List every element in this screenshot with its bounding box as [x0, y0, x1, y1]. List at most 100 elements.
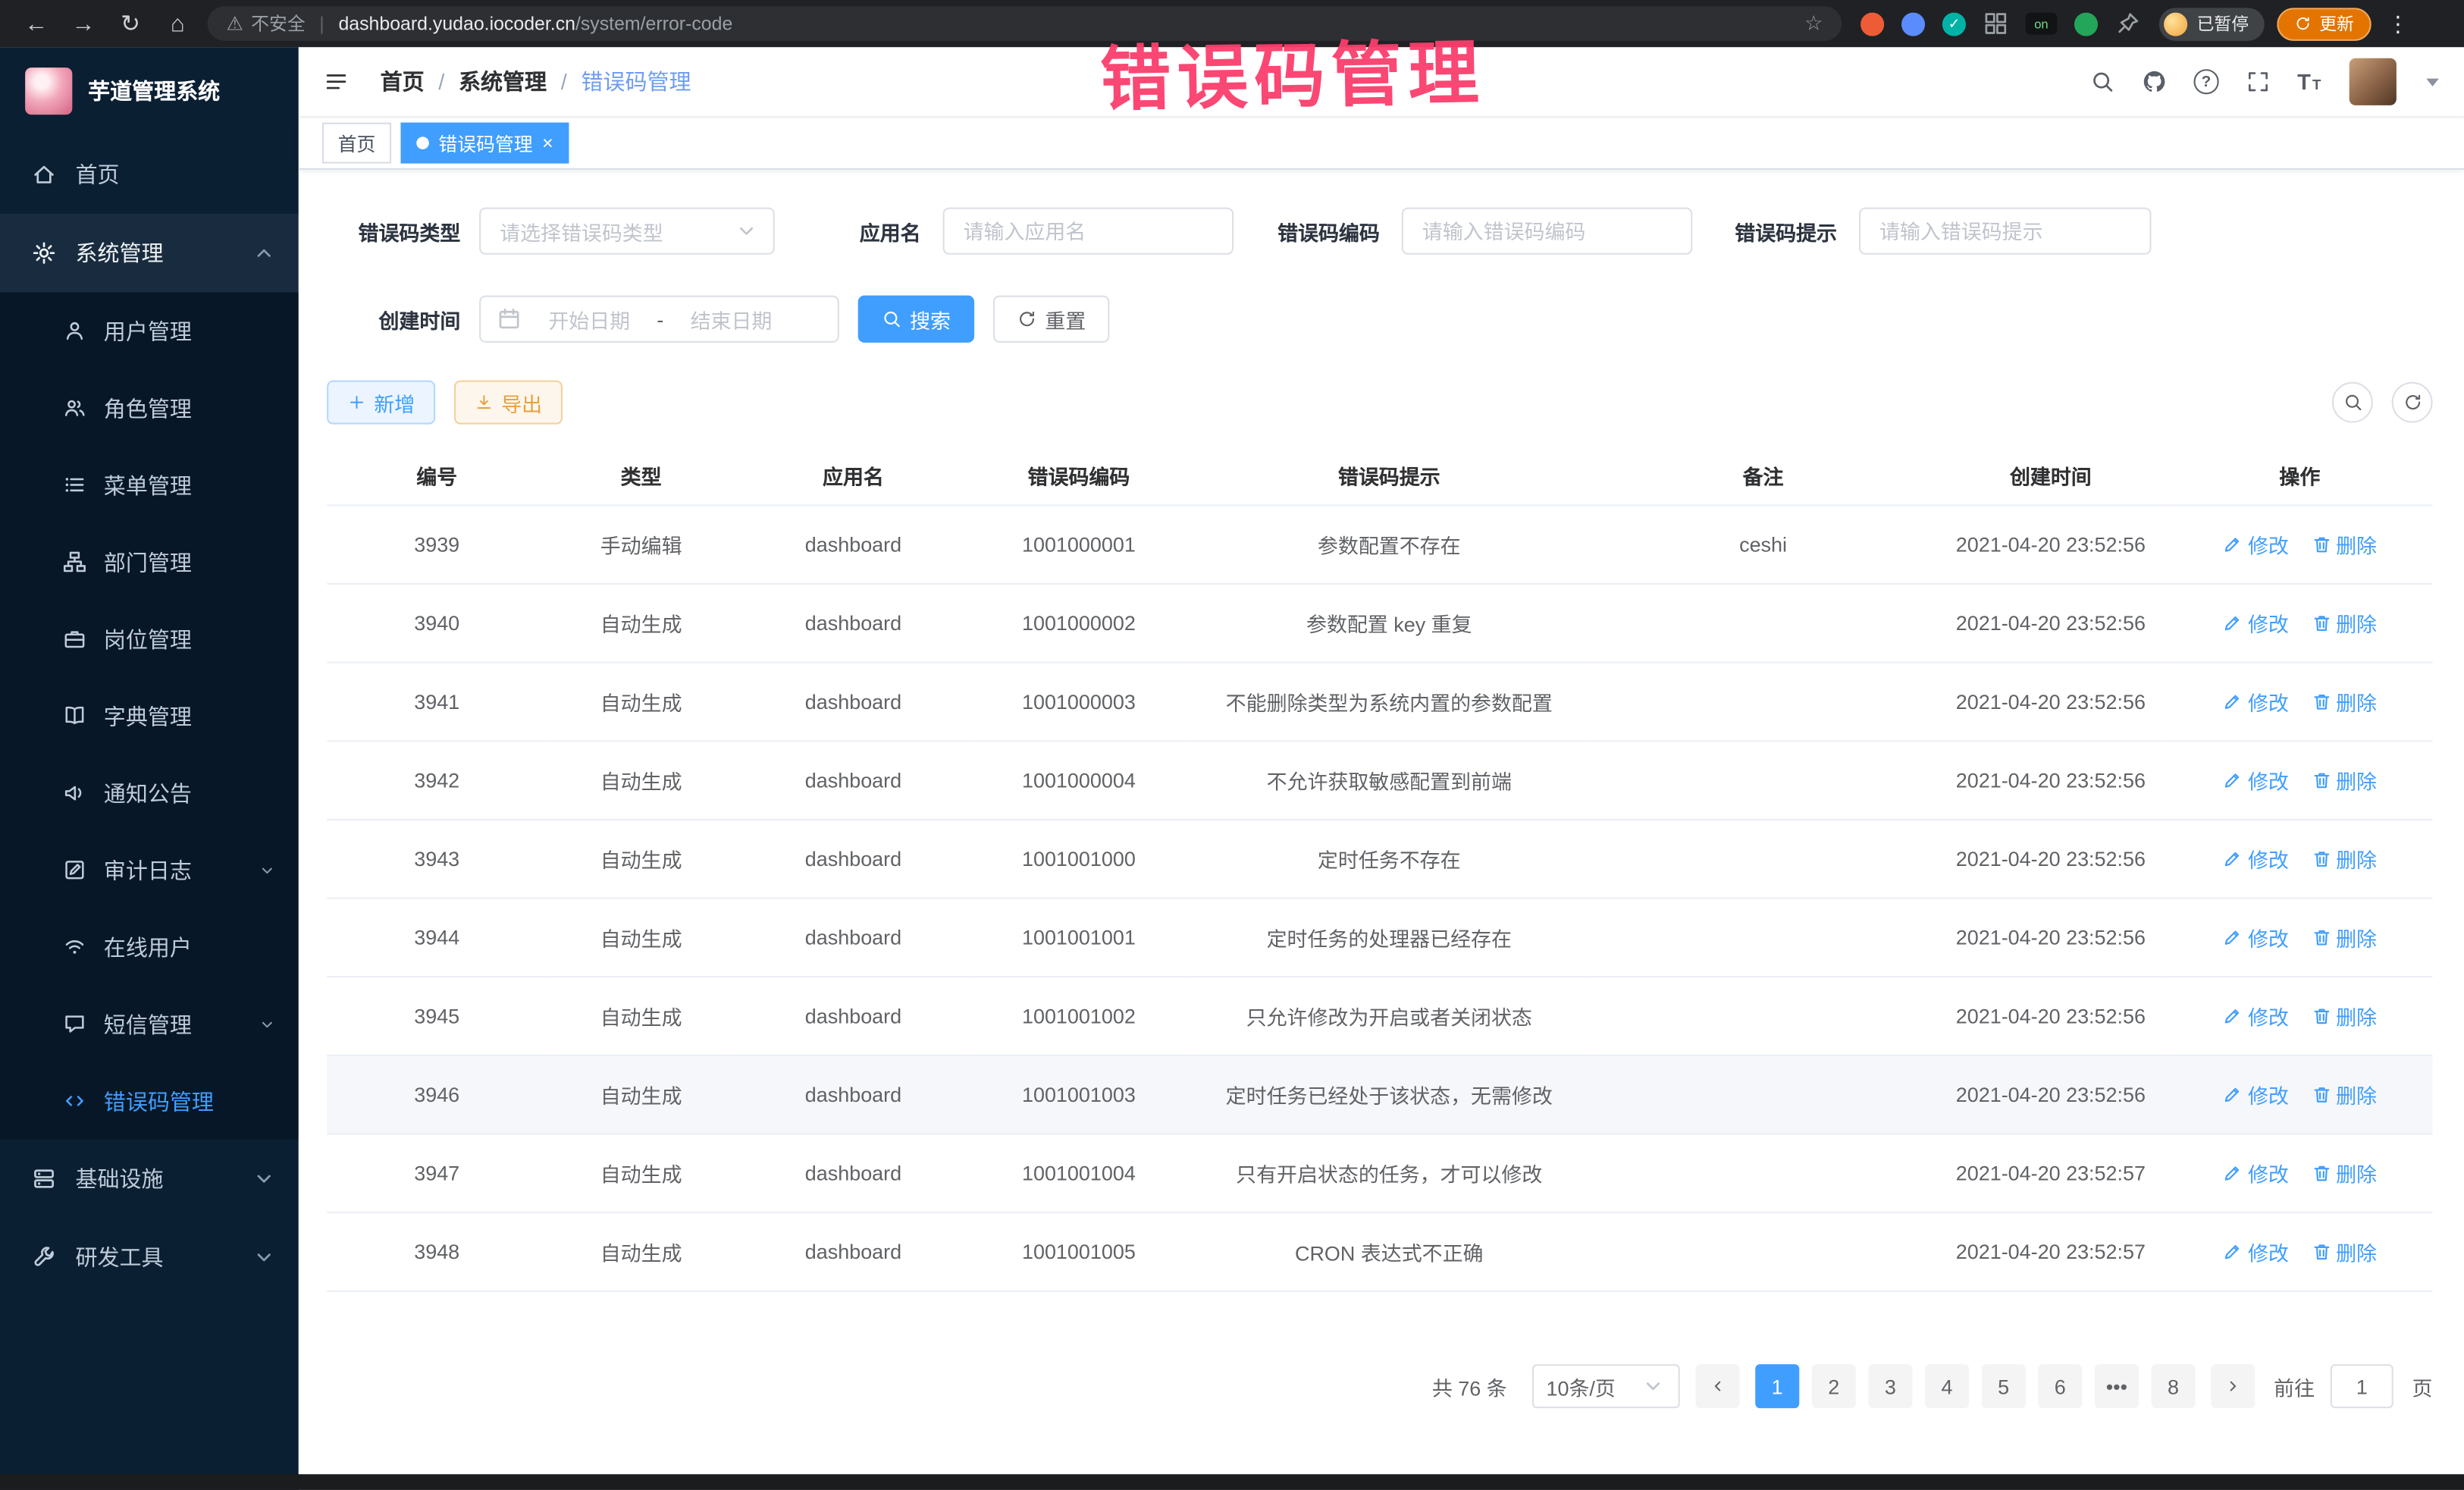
chevron-down-icon — [252, 1245, 277, 1270]
profile-paused-chip[interactable]: 已暂停 — [2159, 7, 2265, 40]
delete-link[interactable]: 删除 — [2311, 687, 2377, 717]
delete-link[interactable]: 删除 — [2311, 844, 2377, 874]
sidebar-group-system[interactable]: 系统管理 — [0, 214, 299, 293]
sidebar-item-post[interactable]: 岗位管理 — [0, 601, 299, 678]
sidebar-item-audit-log[interactable]: 审计日志 — [0, 831, 299, 908]
browser-update-button[interactable]: 更新 — [2277, 7, 2371, 40]
edit-link[interactable]: 修改 — [2223, 844, 2289, 874]
delete-link[interactable]: 删除 — [2311, 1237, 2377, 1266]
edit-link[interactable]: 修改 — [2223, 687, 2289, 717]
error-code-input[interactable] — [1402, 208, 1692, 255]
tab-home[interactable]: 首页 — [322, 123, 391, 164]
extension-blue-icon[interactable] — [1901, 12, 1925, 36]
sidebar-item-user[interactable]: 用户管理 — [0, 293, 299, 370]
chevron-down-icon — [252, 1166, 277, 1191]
error-type-select[interactable]: 请选择错误码类型 — [479, 208, 775, 255]
delete-link[interactable]: 删除 — [2311, 923, 2377, 952]
browser-forward-icon[interactable]: → — [60, 10, 107, 36]
breadcrumb-system[interactable]: 系统管理 — [459, 66, 547, 97]
address-bar[interactable]: ⚠ 不安全 | dashboard.yudao.iocoder.cn /syst… — [208, 6, 1842, 41]
page-2-button[interactable]: 2 — [1812, 1364, 1856, 1408]
page-1-button[interactable]: 1 — [1755, 1364, 1799, 1408]
browser-reload-icon[interactable]: ↻ — [107, 9, 154, 37]
font-size-icon[interactable]: TT — [2297, 69, 2322, 94]
delete-link[interactable]: 删除 — [2311, 765, 2377, 795]
extensions-grid-icon[interactable] — [1983, 11, 2008, 36]
error-hint-input[interactable] — [1859, 208, 2152, 255]
edit-link[interactable]: 修改 — [2223, 923, 2289, 952]
extension-green-icon[interactable] — [2074, 12, 2098, 36]
help-icon[interactable]: ? — [2193, 69, 2218, 94]
sidebar-item-sms[interactable]: 短信管理 — [0, 986, 299, 1063]
sidebar-item-home[interactable]: 首页 — [0, 135, 299, 214]
browser-home-icon[interactable]: ⌂ — [154, 10, 201, 36]
delete-link[interactable]: 删除 — [2311, 608, 2377, 638]
edit-link[interactable]: 修改 — [2223, 1159, 2289, 1188]
delete-link[interactable]: 删除 — [2311, 1080, 2377, 1109]
browser-back-icon[interactable]: ← — [13, 10, 60, 36]
sidebar-group-infra[interactable]: 基础设施 — [0, 1140, 299, 1219]
page-3-button[interactable]: 3 — [1868, 1364, 1912, 1408]
edit-link[interactable]: 修改 — [2223, 1001, 2289, 1030]
main-area: 首页 / 系统管理 / 错误码管理 ? TT 首页 错误码 — [299, 47, 2464, 1474]
sidebar-item-online-user[interactable]: 在线用户 — [0, 908, 299, 986]
sidebar-item-dept[interactable]: 部门管理 — [0, 523, 299, 601]
refresh-table-button[interactable] — [2392, 382, 2433, 423]
sidebar-item-menu[interactable]: 菜单管理 — [0, 447, 299, 524]
bookmark-star-icon[interactable]: ☆ — [1804, 11, 1823, 36]
page-8-button[interactable]: 8 — [2151, 1364, 2195, 1408]
page-content: 错误码类型 请选择错误码类型 应用名 错误码编码 错误码提示 — [299, 170, 2464, 1474]
browser-menu-icon[interactable]: ⋮ — [2387, 10, 2409, 36]
trash-icon — [2311, 535, 2331, 555]
goto-page-input[interactable] — [2331, 1364, 2393, 1408]
extension-pin-icon[interactable] — [2115, 11, 2140, 36]
export-button[interactable]: 导出 — [454, 381, 563, 425]
page-5-button[interactable]: 5 — [1982, 1364, 2026, 1408]
breadcrumb-home[interactable]: 首页 — [381, 66, 425, 97]
box-icon — [31, 1166, 56, 1191]
fullscreen-icon[interactable] — [2246, 69, 2271, 94]
app-logo[interactable]: 芋道管理系统 — [0, 47, 299, 135]
add-button[interactable]: 新增 — [327, 381, 435, 425]
show-search-button[interactable] — [2332, 382, 2373, 423]
next-page-button[interactable] — [2211, 1364, 2255, 1408]
sidebar-item-dict[interactable]: 字典管理 — [0, 677, 299, 754]
delete-link[interactable]: 删除 — [2311, 529, 2377, 559]
collapse-sidebar-icon[interactable] — [324, 69, 349, 94]
user-icon — [63, 319, 86, 343]
sidebar-item-notice[interactable]: 通知公告 — [0, 754, 299, 832]
app-name-input[interactable] — [943, 208, 1234, 255]
github-icon[interactable] — [2142, 69, 2167, 94]
sidebar-item-error-code[interactable]: 错误码管理 — [0, 1062, 299, 1140]
sidebar-group-devtools[interactable]: 研发工具 — [0, 1218, 299, 1297]
avatar-caret-icon[interactable] — [2426, 78, 2439, 86]
user-avatar[interactable] — [2350, 58, 2397, 105]
header-search-icon[interactable] — [2090, 69, 2115, 94]
breadcrumb-current[interactable]: 错误码管理 — [581, 66, 691, 97]
search-icon — [882, 309, 902, 329]
edit-link[interactable]: 修改 — [2223, 765, 2289, 795]
edit-link[interactable]: 修改 — [2223, 529, 2289, 559]
sidebar: 芋道管理系统 首页 系统管理 用户管理角色管理菜单管理部门管理岗位管理字典管理通… — [0, 47, 299, 1490]
page-size-select[interactable]: 10条/页 — [1532, 1364, 1680, 1408]
delete-link[interactable]: 删除 — [2311, 1001, 2377, 1030]
create-time-range-picker[interactable]: 开始日期 - 结束日期 — [479, 296, 839, 343]
tab-error-code[interactable]: 错误码管理 × — [401, 123, 569, 164]
page-4-button[interactable]: 4 — [1925, 1364, 1969, 1408]
extension-on-badge[interactable]: on — [2026, 13, 2057, 35]
sidebar-item-role[interactable]: 角色管理 — [0, 369, 299, 447]
prev-page-button[interactable] — [1695, 1364, 1739, 1408]
window-bottom-edge — [0, 1474, 2464, 1490]
page-6-button[interactable]: 6 — [2038, 1364, 2082, 1408]
delete-link[interactable]: 删除 — [2311, 1159, 2377, 1188]
tab-close-icon[interactable]: × — [542, 133, 553, 152]
extension-red-icon[interactable] — [1861, 12, 1884, 36]
reset-button[interactable]: 重置 — [993, 296, 1109, 343]
edit-link[interactable]: 修改 — [2223, 1237, 2289, 1266]
extension-check-icon[interactable]: ✓ — [1942, 12, 1966, 36]
edit-link[interactable]: 修改 — [2223, 1080, 2289, 1109]
edit-link[interactable]: 修改 — [2223, 608, 2289, 638]
search-button[interactable]: 搜索 — [858, 296, 974, 343]
search-button-label: 搜索 — [910, 304, 951, 334]
page-ellipsis[interactable]: ••• — [2095, 1364, 2139, 1408]
